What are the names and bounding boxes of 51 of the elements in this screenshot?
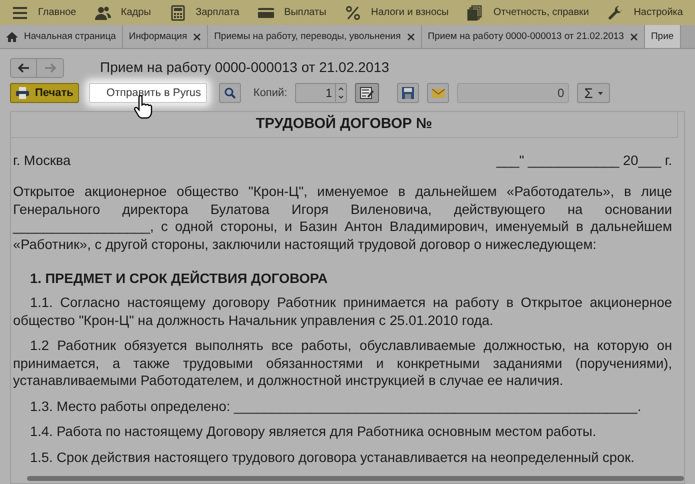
document-heading: ТРУДОВОЙ ДОГОВОР № xyxy=(256,114,432,134)
city-text: г. Москва xyxy=(13,152,71,169)
paragraph: Открытое акционерное общество "Крон-Ц", именуемое в дальнейшем «Работодатель», в лице Генерального директора Булатова Игоря Виленовича, действующего на основании __________________, с одной стороны, и Базин Антон Владимирович, именуемый в дальнейшем «Работник», с другой стороны, заключили настоящий трудовой договор о нижеследующем: xyxy=(13,183,672,253)
people-icon xyxy=(94,4,111,20)
paragraph: 1.2 Работник обязуется выполнять все работы, обуславливаемые должностью, на которую он принимается, а также трудовыми обязанностями и конкретными заданиями (поручениями), устанавливаемыми Работодателем, и должностной инструкцией в случае ее наличия. xyxy=(13,337,672,390)
percent-icon xyxy=(344,4,361,20)
preview-button[interactable] xyxy=(219,83,242,103)
printer-icon xyxy=(16,87,29,99)
copies-label: Копий: xyxy=(253,86,288,101)
paragraph: 1.4. Работа по настоящему Договору является для Работника основным местом работы. xyxy=(29,423,598,440)
save-button[interactable] xyxy=(397,83,420,103)
form-title: Прием на работу 0000-000013 от 21.02.2013 xyxy=(100,58,390,77)
menu-icon xyxy=(12,4,28,20)
section-heading: 1. ПРЕДМЕТ И СРОК ДЕЙСТВИЯ ДОГОВОРА xyxy=(29,270,329,288)
menu-item[interactable]: Отчетность, справки xyxy=(467,4,590,20)
calculator-icon xyxy=(170,4,186,20)
left-arrow-icon xyxy=(18,62,30,72)
tab[interactable]: Прием на работу 0000-000013 от 21.02.2013 xyxy=(422,25,645,48)
close-icon[interactable] xyxy=(406,33,415,41)
close-icon[interactable] xyxy=(193,33,202,41)
tab[interactable]: Прие xyxy=(644,25,681,48)
envelope-icon xyxy=(432,88,445,98)
copies-field[interactable]: 1 xyxy=(295,83,348,103)
send-button[interactable]: Отправить в Pyrus xyxy=(89,83,208,103)
menu-item[interactable]: Выплаты xyxy=(258,4,326,20)
menu-item[interactable]: Кадры xyxy=(94,4,151,20)
print-button[interactable]: Печать xyxy=(10,83,80,103)
menu-item[interactable]: Налоги и взносы xyxy=(344,4,449,20)
paragraph: 1.5. Срок действия настоящего трудового договора устанавливается на неопределенный срок. xyxy=(29,448,636,466)
menu-item[interactable]: Зарплата xyxy=(170,4,240,20)
menu-item[interactable]: Настройка xyxy=(608,4,683,20)
right-arrow-icon xyxy=(44,62,56,72)
tab[interactable]: Приемы на работу, переводы, увольнения xyxy=(208,25,422,48)
close-icon[interactable] xyxy=(630,33,638,41)
paragraph: 1.3. Место работы определено: _____________________________________________________. xyxy=(29,398,642,415)
edit-document-icon xyxy=(360,87,374,99)
date-text: ___" ____________ 20___ г. xyxy=(496,152,672,169)
tab[interactable]: Информация xyxy=(122,25,208,48)
magnifier-icon xyxy=(224,87,236,99)
paragraph: 1.1. Согласно настоящему договору Работник принимается на работу в Открытое акционерное общество "Крон-Ц" на должность Начальник управления с 25.01.2010 года. xyxy=(13,294,672,329)
horizontal-scrollbar[interactable] xyxy=(27,476,684,481)
edit-button[interactable] xyxy=(355,83,380,103)
home-icon xyxy=(6,31,18,43)
documents-icon xyxy=(467,4,484,20)
wrench-icon xyxy=(608,4,624,20)
total-field: 0 xyxy=(457,83,570,103)
menu-item[interactable]: Главное xyxy=(12,4,76,20)
tab[interactable]: Начальная страница xyxy=(0,25,123,48)
sum-button[interactable]: Σ xyxy=(577,83,610,103)
mail-button[interactable] xyxy=(427,83,450,103)
caret-icon xyxy=(598,92,603,94)
